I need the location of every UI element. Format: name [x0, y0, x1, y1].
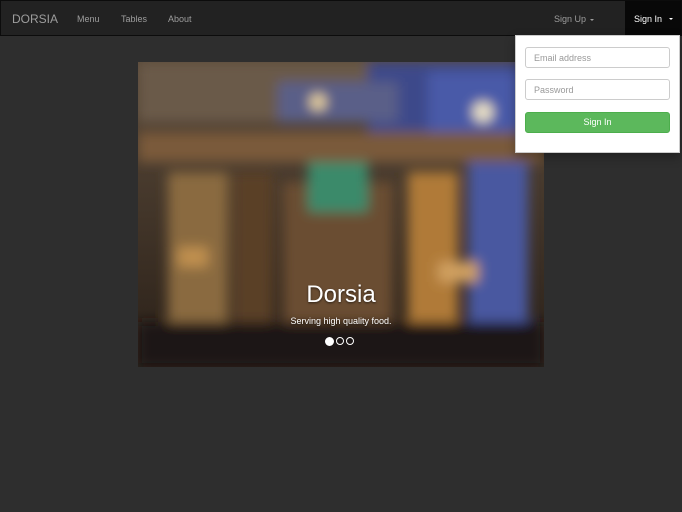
nav-tables-link[interactable]: Tables [121, 14, 147, 24]
carousel-caption-text: Serving high quality food. [290, 316, 392, 326]
signin-dropdown-form: Sign In [515, 35, 680, 153]
navbar: DORSIA Menu Tables About Sign Up Sign In [0, 0, 682, 36]
brand-logo[interactable]: DORSIA [12, 12, 58, 26]
caret-down-icon [669, 18, 673, 20]
carousel-indicator-1[interactable] [325, 336, 334, 346]
signin-submit-button[interactable]: Sign In [525, 112, 670, 133]
nav-menu-link[interactable]: Menu [77, 14, 100, 24]
signup-label: Sign Up [554, 14, 587, 24]
signin-dropdown-toggle[interactable]: Sign In [625, 1, 681, 35]
caret-down-icon [590, 18, 595, 21]
carousel-indicator-2[interactable] [336, 337, 344, 345]
carousel-indicator-3[interactable] [346, 337, 354, 345]
nav-about-link[interactable]: About [168, 14, 192, 24]
signup-dropdown-toggle[interactable]: Sign Up [554, 14, 595, 24]
hero-carousel[interactable]: Dorsia Serving high quality food. [138, 62, 544, 367]
email-field[interactable] [525, 47, 670, 68]
password-field[interactable] [525, 79, 670, 100]
carousel-caption-title: Dorsia [306, 281, 376, 308]
signin-label: Sign In [634, 14, 663, 24]
